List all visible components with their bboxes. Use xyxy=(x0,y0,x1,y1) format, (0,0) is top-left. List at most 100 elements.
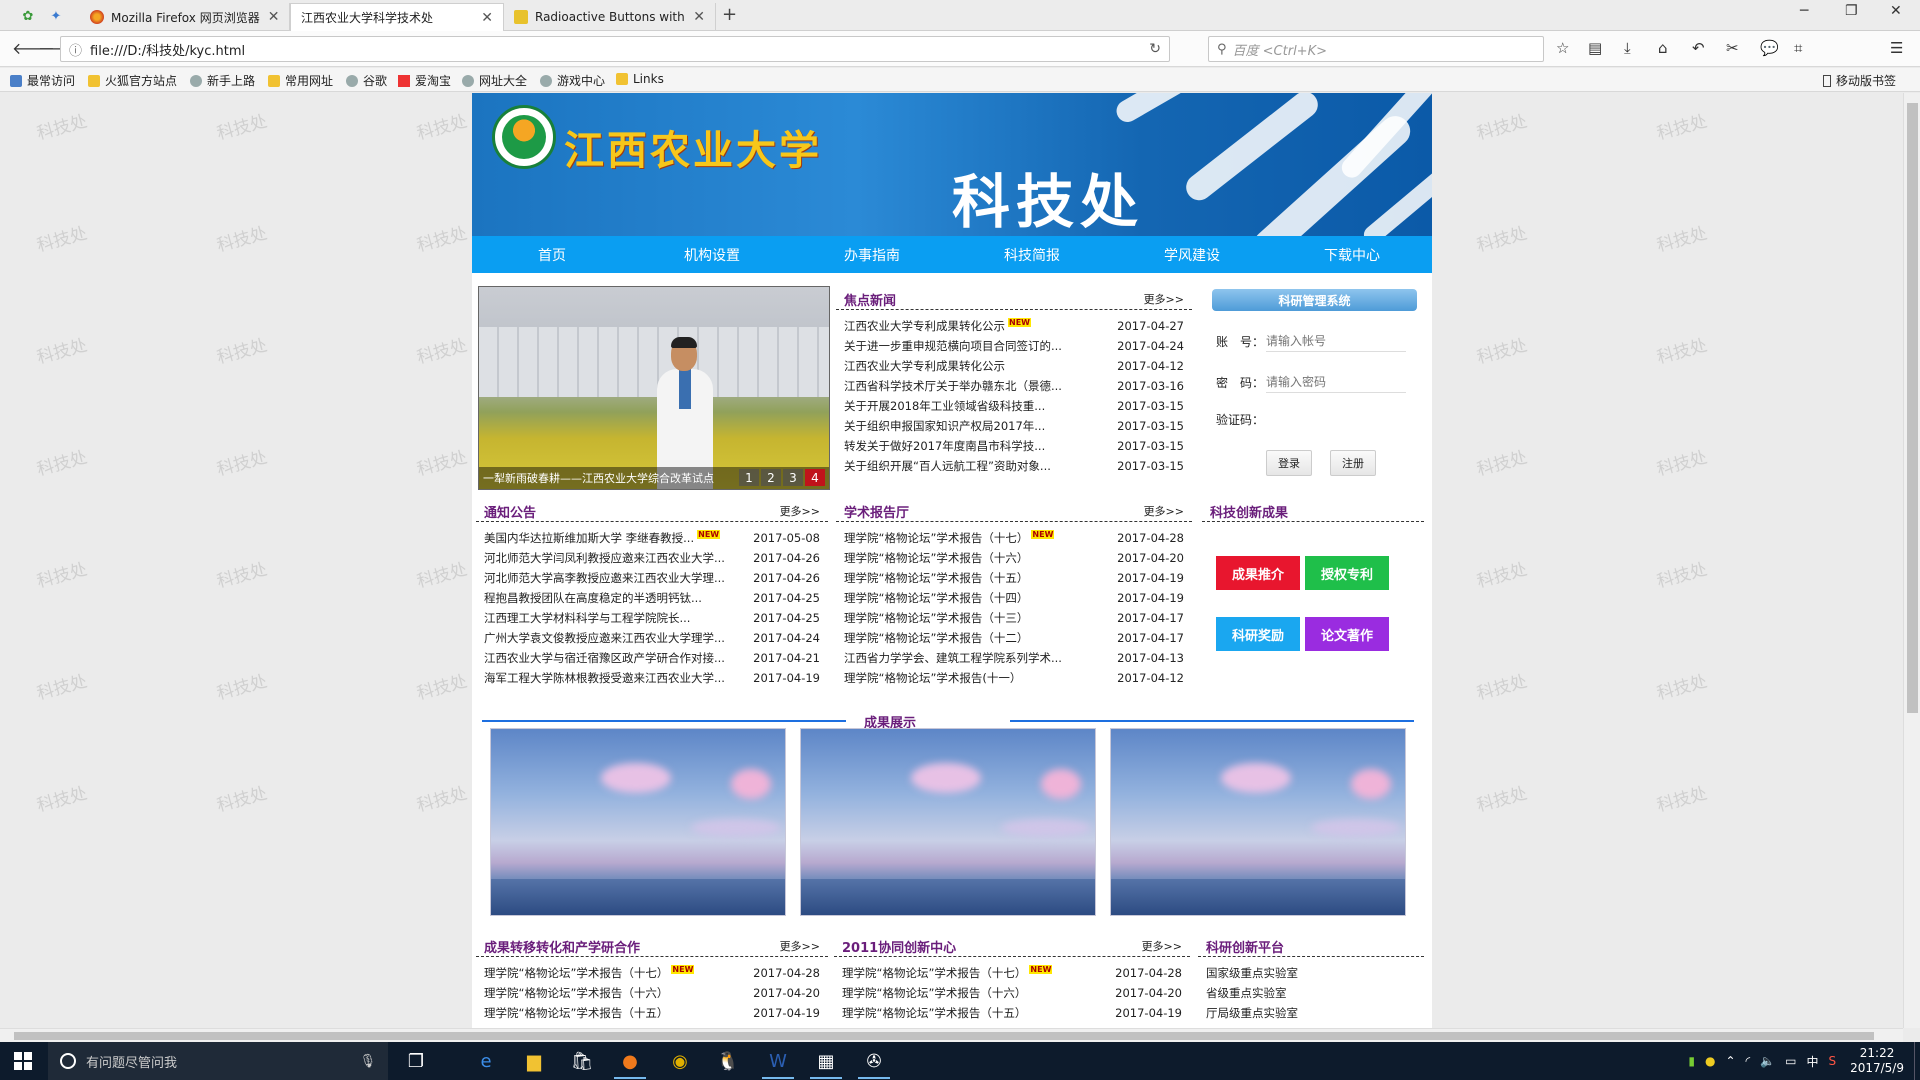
vertical-scrollbar[interactable] xyxy=(1903,93,1920,1028)
item-text[interactable]: 理学院“格物论坛”学术报告（十三） xyxy=(844,610,1094,626)
store-icon[interactable]: 🛍 xyxy=(562,1046,602,1076)
item-text[interactable]: 理学院“格物论坛”学术报告（十七） xyxy=(844,530,1028,546)
list-item[interactable]: 理学院“格物论坛”学术报告（十五） 2017-04-19 xyxy=(484,1003,820,1023)
papers-button[interactable]: 论文著作 xyxy=(1305,617,1389,651)
close-tab-icon[interactable]: ✕ xyxy=(685,9,705,25)
item-text[interactable]: 理学院“格物论坛”学术报告（十七） xyxy=(484,965,668,981)
item-text[interactable]: 河北师范大学闫凤利教授应邀来江西农业大学... xyxy=(484,550,734,566)
url-text[interactable]: file:///D:/科技处/kyc.html xyxy=(90,40,245,59)
list-item[interactable]: 江西省科学技术厅关于举办赣东北（景德... 2017-03-16 xyxy=(844,376,1184,396)
more-link[interactable]: 更多>> xyxy=(1142,938,1182,954)
item-text[interactable]: 理学院“格物论坛”学术报告（十四） xyxy=(844,590,1094,606)
close-window-button[interactable]: ✕ xyxy=(1890,3,1902,19)
bookmark-star-icon[interactable]: ☆ xyxy=(1556,39,1569,57)
item-text[interactable]: 理学院“格物论坛”学术报告（十五） xyxy=(842,1005,1092,1021)
list-item[interactable]: 关于组织开展“百人远航工程”资助对象... 2017-03-15 xyxy=(844,456,1184,476)
password-input[interactable] xyxy=(1266,371,1406,393)
showcase-photo-3[interactable] xyxy=(1110,728,1406,916)
item-text[interactable]: 江西理工大学材料科学与工程学院院长... xyxy=(484,610,734,626)
start-button[interactable] xyxy=(14,1052,32,1070)
item-text[interactable]: 美国内华达拉斯维加斯大学 李继春教授... xyxy=(484,530,694,546)
item-text[interactable]: 厅局级重点实验室 xyxy=(1206,1005,1298,1021)
slide-page-4[interactable]: 4 xyxy=(805,469,825,486)
item-text[interactable]: 关于组织申报国家知识产权局2017年... xyxy=(844,418,1094,434)
list-item[interactable]: 厅局级重点实验室 xyxy=(1206,1003,1416,1023)
minimize-button[interactable]: ─ xyxy=(1800,3,1808,19)
more-link[interactable]: 更多>> xyxy=(780,938,820,954)
list-item[interactable]: 理学院“格物论坛”学术报告（十七） NEW 2017-04-28 xyxy=(844,528,1184,548)
reload-icon[interactable]: ↻ xyxy=(1149,41,1161,57)
item-text[interactable]: 理学院“格物论坛”学术报告（十五） xyxy=(844,570,1094,586)
nav-organization[interactable]: 机构设置 xyxy=(632,236,792,273)
chat-icon[interactable]: 💬 xyxy=(1760,39,1779,57)
list-item[interactable]: 理学院“格物论坛”学术报告（十二） 2017-04-17 xyxy=(844,628,1184,648)
list-item[interactable]: 关于组织申报国家知识产权局2017年... 2017-03-15 xyxy=(844,416,1184,436)
list-item[interactable]: 河北师范大学高李教授应邀来江西农业大学理... 2017-04-26 xyxy=(484,568,820,588)
clock[interactable]: 21:22 2017/5/9 xyxy=(1850,1046,1904,1076)
sogou-icon[interactable]: S xyxy=(1828,1054,1836,1068)
list-item[interactable]: 理学院“格物论坛”学术报告(十一） 2017-04-12 xyxy=(844,668,1184,688)
bookmark-taobao[interactable]: 爱淘宝 xyxy=(398,72,451,89)
search-input[interactable]: ⚲ 百度 <Ctrl+K> xyxy=(1208,36,1544,62)
bookmark-common-sites[interactable]: 常用网址 xyxy=(268,72,333,89)
item-text[interactable]: 转发关于做好2017年度南昌市科学技... xyxy=(844,438,1094,454)
list-item[interactable]: 海军工程大学陈林根教授受邀来江西农业大学... 2017-04-19 xyxy=(484,668,820,688)
list-item[interactable]: 河北师范大学闫凤利教授应邀来江西农业大学... 2017-04-26 xyxy=(484,548,820,568)
bookmark-getting-started[interactable]: 新手上路 xyxy=(190,72,255,89)
nav-downloads[interactable]: 下载中心 xyxy=(1272,236,1432,273)
item-text[interactable]: 江西农业大学专利成果转化公示 xyxy=(844,318,1005,334)
item-text[interactable]: 江西省力学学会、建筑工程学院系列学术... xyxy=(844,650,1094,666)
pinned-tab-1[interactable]: ✿ xyxy=(14,4,42,28)
close-tab-icon[interactable]: ✕ xyxy=(260,9,280,25)
bookmark-game-center[interactable]: 游戏中心 xyxy=(540,72,605,89)
show-desktop-button[interactable] xyxy=(1914,1042,1920,1080)
file-explorer-icon[interactable]: ▆ xyxy=(514,1046,554,1076)
research-award-button[interactable]: 科研奖励 xyxy=(1216,617,1300,651)
list-item[interactable]: 国家级重点实验室 xyxy=(1206,963,1416,983)
list-item[interactable]: 理学院“格物论坛”学术报告（十五） 2017-04-19 xyxy=(844,568,1184,588)
browser-tab-active[interactable]: 江西农业大学科学技术处 ✕ xyxy=(290,3,504,31)
scrollbar-thumb[interactable] xyxy=(14,1032,1874,1040)
tray-app-icon[interactable]: ● xyxy=(1705,1054,1715,1068)
list-item[interactable]: 理学院“格物论坛”学术报告（十四） 2017-04-19 xyxy=(844,588,1184,608)
list-item[interactable]: 关于进一步重申规范横向项目合同签订的... 2017-04-24 xyxy=(844,336,1184,356)
login-button[interactable]: 登录 xyxy=(1266,450,1312,476)
list-item[interactable]: 江西理工大学材料科学与工程学院院长... 2017-04-25 xyxy=(484,608,820,628)
slide-page-3[interactable]: 3 xyxy=(783,469,803,486)
list-item[interactable]: 广州大学袁文俊教授应邀来江西农业大学理学... 2017-04-24 xyxy=(484,628,820,648)
more-link[interactable]: 更多>> xyxy=(1144,291,1184,307)
tools-icon[interactable]: ✂ xyxy=(1726,39,1739,57)
item-text[interactable]: 江西农业大学专利成果转化公示 xyxy=(844,358,1094,374)
firefox-taskbar-icon[interactable]: ● xyxy=(610,1046,650,1079)
item-text[interactable]: 理学院“格物论坛”学术报告（十二） xyxy=(844,630,1094,646)
list-item[interactable]: 关于开展2018年工业领域省级科技重... 2017-03-15 xyxy=(844,396,1184,416)
nav-guide[interactable]: 办事指南 xyxy=(792,236,952,273)
nav-briefing[interactable]: 科技简报 xyxy=(952,236,1112,273)
tool-icon[interactable]: ✇ xyxy=(854,1046,894,1079)
patent-button[interactable]: 授权专利 xyxy=(1305,556,1389,590)
achievement-promotion-button[interactable]: 成果推介 xyxy=(1216,556,1300,590)
slide-page-2[interactable]: 2 xyxy=(761,469,781,486)
nav-home[interactable]: 首页 xyxy=(472,236,632,273)
download-icon[interactable]: ⤓ xyxy=(1624,39,1631,57)
edge-icon[interactable]: e xyxy=(466,1046,506,1076)
nav-academic-ethics[interactable]: 学风建设 xyxy=(1112,236,1272,273)
list-item[interactable]: 程抱昌教授团队在高度稳定的半透明钙钛... 2017-04-25 xyxy=(484,588,820,608)
notification-icon[interactable]: ▭ xyxy=(1785,1054,1796,1068)
list-item[interactable]: 省级重点实验室 xyxy=(1206,983,1416,1003)
list-item[interactable]: 江西农业大学与宿迁宿豫区政产学研合作对接... 2017-04-21 xyxy=(484,648,820,668)
crop-icon[interactable]: ⌗ xyxy=(1794,39,1802,57)
item-text[interactable]: 关于进一步重申规范横向项目合同签订的... xyxy=(844,338,1094,354)
list-item[interactable]: 江西农业大学专利成果转化公示 NEW 2017-04-27 xyxy=(844,316,1184,336)
item-text[interactable]: 关于组织开展“百人远航工程”资助对象... xyxy=(844,458,1094,474)
word-icon[interactable]: W xyxy=(758,1046,798,1079)
list-item[interactable]: 理学院“格物论坛”学术报告（十七） NEW 2017-04-28 xyxy=(842,963,1182,983)
info-icon[interactable]: ⓘ xyxy=(69,40,82,59)
home-icon[interactable]: ⌂ xyxy=(1658,39,1668,57)
app-icon[interactable]: ▦ xyxy=(806,1046,846,1079)
item-text[interactable]: 理学院“格物论坛”学术报告（十六） xyxy=(484,985,734,1001)
close-tab-icon[interactable]: ✕ xyxy=(473,10,493,26)
showcase-photo-1[interactable] xyxy=(490,728,786,916)
url-bar[interactable]: ⓘ file:///D:/科技处/kyc.html ↻ xyxy=(60,36,1170,62)
bookmark-mobile[interactable]: 移动版书签 xyxy=(1822,72,1896,89)
